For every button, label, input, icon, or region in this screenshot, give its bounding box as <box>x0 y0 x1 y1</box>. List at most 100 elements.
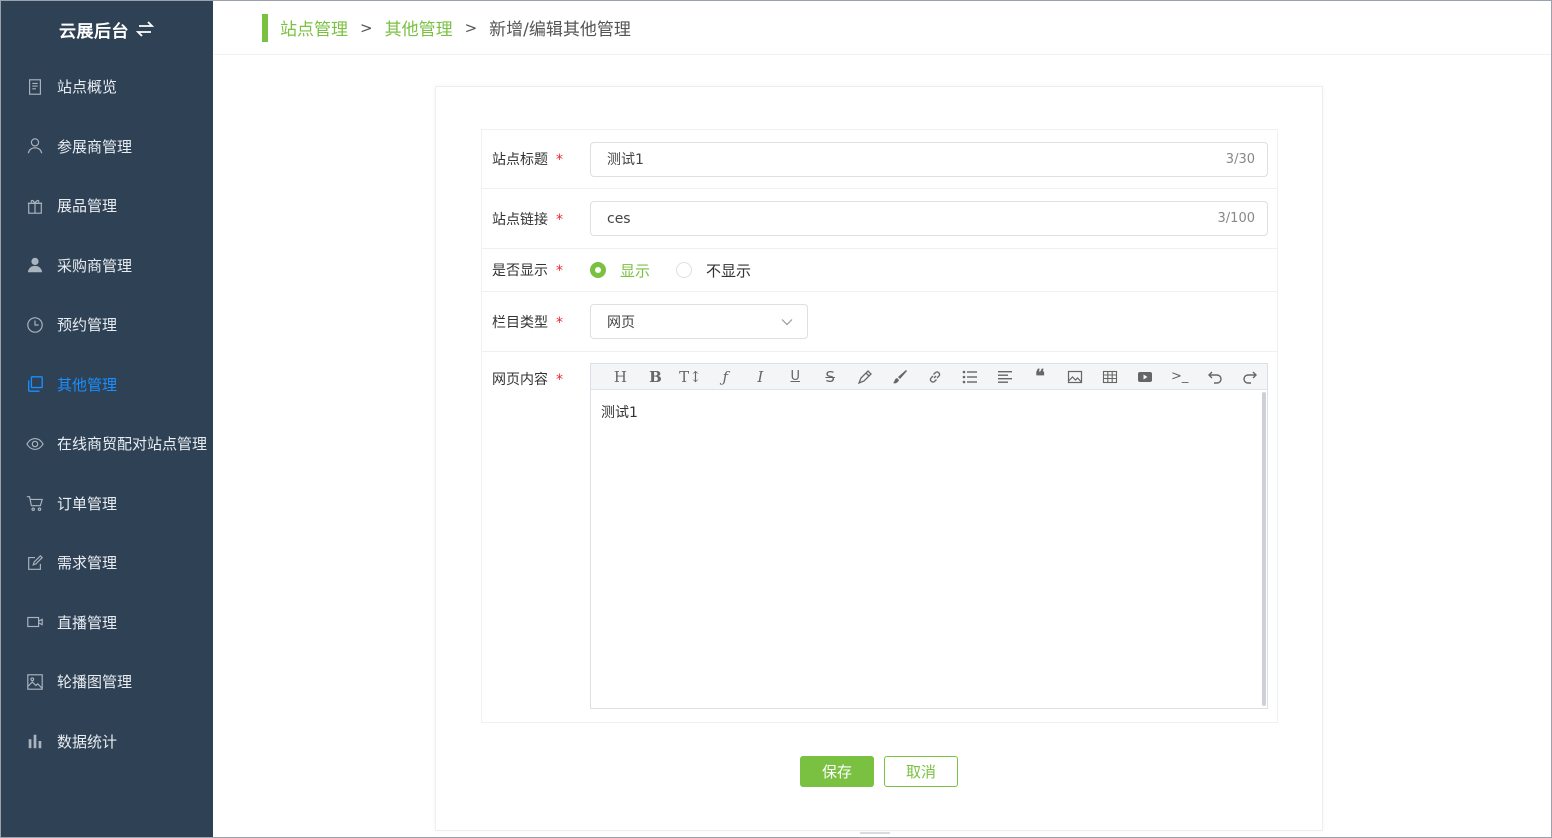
sidebar-item-orders[interactable]: 订单管理 <box>1 474 213 534</box>
char-count: 3/100 <box>1217 211 1255 226</box>
sidebar-item-label: 直播管理 <box>57 613 118 632</box>
sidebar-item-label: 需求管理 <box>57 554 118 573</box>
scroll-indicator <box>860 832 890 834</box>
swap-icon[interactable] <box>135 20 155 38</box>
sidebar-item-trade-matching[interactable]: 在线商贸配对站点管理 <box>1 414 213 474</box>
code-icon[interactable]: >_ <box>1162 364 1197 390</box>
sidebar-item-other[interactable]: 其他管理 <box>1 355 213 415</box>
sidebar-item-label: 轮播图管理 <box>57 673 133 692</box>
undo-icon[interactable] <box>1197 364 1232 390</box>
sidebar-item-appointments[interactable]: 预约管理 <box>1 295 213 355</box>
brand-title: 云展后台 <box>59 21 129 42</box>
sidebar-item-label: 预约管理 <box>57 316 118 335</box>
font-family-icon[interactable]: ƒ <box>708 364 743 390</box>
gift-icon <box>25 196 45 216</box>
image-icon <box>25 672 45 692</box>
user-filled-icon <box>25 255 45 275</box>
sidebar-item-label: 在线商贸配对站点管理 <box>57 435 208 454</box>
radio-show[interactable]: 显示 <box>590 260 650 281</box>
editor-content[interactable]: 测试1 <box>591 390 1267 708</box>
sidebar-item-buyers[interactable]: 采购商管理 <box>1 236 213 296</box>
breadcrumb-site-management[interactable]: 站点管理 <box>280 15 348 40</box>
sidebar-item-carousel[interactable]: 轮播图管理 <box>1 652 213 712</box>
quote-icon[interactable]: ❝ <box>1022 364 1057 390</box>
italic-icon[interactable]: I <box>743 364 778 390</box>
form-row-title: 站点标题 * 测试1 3/30 <box>481 129 1278 189</box>
required-mark: * <box>556 263 563 279</box>
redo-icon[interactable] <box>1232 364 1267 390</box>
radio-dot <box>676 262 693 278</box>
form-row-type: 栏目类型 * 网页 <box>481 292 1278 352</box>
required-mark: * <box>556 152 563 168</box>
breadcrumb-accent-bar <box>262 13 268 42</box>
select-value: 网页 <box>607 314 635 331</box>
list-icon[interactable] <box>953 364 988 390</box>
edit-form: 站点标题 * 测试1 3/30 站点链接 * ces 3/100 是否显示 * 显示 … <box>481 129 1278 723</box>
sidebar-item-live[interactable]: 直播管理 <box>1 593 213 653</box>
strikethrough-icon[interactable]: S <box>813 364 848 390</box>
cancel-button[interactable]: 取消 <box>884 756 958 787</box>
form-row-display: 是否显示 * 显示 不显示 <box>481 249 1278 292</box>
sidebar-menu: 站点概览 参展商管理 展品管理 采购商管理 预约管理 其他管理 在线商贸配对站点… <box>1 57 213 771</box>
chevron-down-icon <box>781 318 793 325</box>
site-link-input[interactable]: ces 3/100 <box>590 201 1268 236</box>
underline-icon[interactable]: U <box>778 364 813 390</box>
eye-icon <box>25 434 45 454</box>
sidebar-item-site-overview[interactable]: 站点概览 <box>1 57 213 117</box>
video-icon <box>25 612 45 632</box>
radio-dot-checked <box>590 262 606 278</box>
char-count: 3/30 <box>1225 151 1255 167</box>
required-mark: * <box>556 211 563 228</box>
radio-label: 不显示 <box>706 261 752 280</box>
brand[interactable]: 云展后台 <box>1 1 213 57</box>
required-mark: * <box>556 372 563 388</box>
video-embed-icon[interactable] <box>1127 364 1162 390</box>
edit-icon <box>25 553 45 573</box>
field-label: 是否显示 * <box>492 263 563 279</box>
save-button[interactable]: 保存 <box>800 756 874 787</box>
table-icon[interactable] <box>1092 364 1127 390</box>
font-size-icon[interactable]: T↕ <box>673 364 708 390</box>
sidebar-item-demands[interactable]: 需求管理 <box>1 533 213 593</box>
input-value: ces <box>607 210 631 227</box>
bold-icon[interactable]: B <box>638 364 673 390</box>
sidebar-item-products[interactable]: 展品管理 <box>1 176 213 236</box>
editor-toolbar: H B T↕ ƒ I U S ❝ >_ <box>591 364 1267 390</box>
required-mark: * <box>556 314 563 331</box>
site-title-input[interactable]: 测试1 3/30 <box>590 141 1268 177</box>
sidebar-item-label: 采购商管理 <box>57 256 133 275</box>
brush-icon[interactable] <box>883 364 918 390</box>
radio-hide[interactable]: 不显示 <box>676 260 751 281</box>
sidebar: 云展后台 站点概览 参展商管理 展品管理 采购商管理 预约管理 其他管理 在线商… <box>1 1 213 837</box>
sidebar-item-label: 参展商管理 <box>57 137 133 156</box>
breadcrumb-current: 新增/编辑其他管理 <box>489 20 631 40</box>
align-icon[interactable] <box>987 364 1022 390</box>
column-type-select[interactable]: 网页 <box>590 304 808 339</box>
rich-text-editor: H B T↕ ƒ I U S ❝ >_ 测试1 <box>590 363 1268 709</box>
breadcrumb: 站点管理 > 其他管理 > 新增/编辑其他管理 <box>214 1 1551 55</box>
sidebar-item-exhibitors[interactable]: 参展商管理 <box>1 117 213 177</box>
field-label: 网页内容 * <box>492 372 563 388</box>
sidebar-item-label: 数据统计 <box>57 732 118 751</box>
pen-icon[interactable] <box>848 364 883 390</box>
form-row-content: 网页内容 * H B T↕ ƒ I U S ❝ >_ 测试1 <box>481 352 1278 723</box>
cart-icon <box>25 493 45 513</box>
breadcrumb-separator: > <box>464 18 478 37</box>
breadcrumb-other-management[interactable]: 其他管理 <box>385 15 453 40</box>
field-label: 站点标题 * <box>492 152 563 168</box>
sidebar-item-label: 订单管理 <box>57 494 118 513</box>
document-icon <box>25 77 45 97</box>
editor-scrollbar[interactable] <box>1262 392 1266 706</box>
bar-chart-icon <box>25 731 45 751</box>
input-value: 测试1 <box>607 152 644 168</box>
link-icon[interactable] <box>918 364 953 390</box>
copy-icon <box>25 374 45 394</box>
breadcrumb-separator: > <box>360 18 373 37</box>
sidebar-item-label: 站点概览 <box>57 78 118 97</box>
radio-label: 显示 <box>620 261 651 280</box>
sidebar-item-label: 展品管理 <box>57 197 118 216</box>
sidebar-item-statistics[interactable]: 数据统计 <box>1 712 213 772</box>
insert-image-icon[interactable] <box>1057 364 1092 390</box>
heading-icon[interactable]: H <box>603 364 638 390</box>
user-outline-icon <box>25 136 45 156</box>
